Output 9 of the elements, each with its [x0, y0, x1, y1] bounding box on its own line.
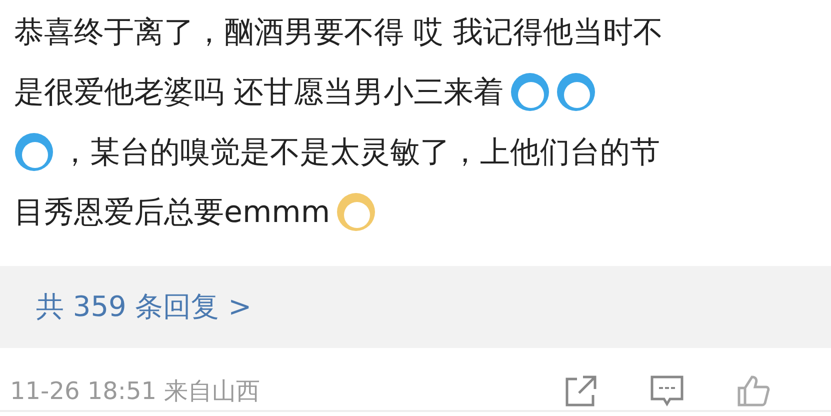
comment-text: ，某台的嗅觉是不是太灵敏了，上他们台的节	[60, 134, 660, 172]
comment-text: 目秀恩爱后总要emmm	[14, 194, 330, 232]
share-icon[interactable]	[563, 373, 599, 409]
thumbs-up-icon[interactable]	[735, 373, 771, 409]
comment-text: 恭喜终于离了，酗酒男要不得 哎 我记得他当时不	[14, 14, 664, 52]
comment-text: 是很爱他老婆吗 还甘愿当男小三来着	[14, 74, 504, 112]
comment-icon[interactable]	[649, 373, 685, 409]
replies-link[interactable]: 共 359 条回复 >	[36, 288, 252, 326]
comment-meta: 11-26 18:51 来自山西	[10, 376, 262, 407]
